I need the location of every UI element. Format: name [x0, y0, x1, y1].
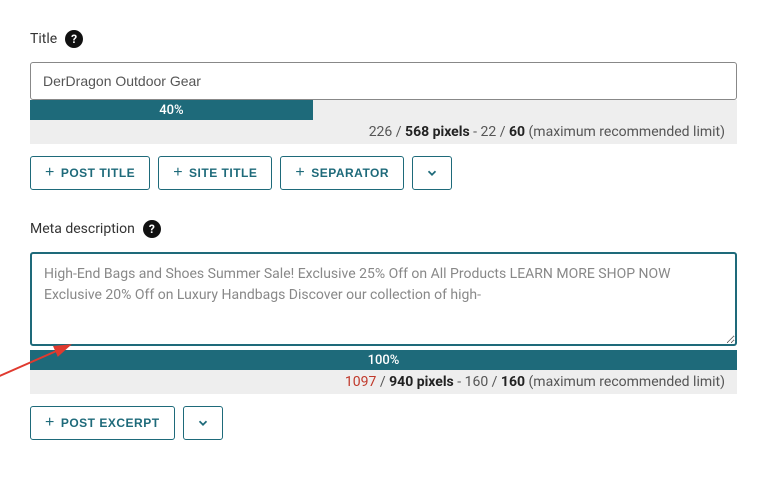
title-chars-max: 60: [509, 124, 525, 140]
meta-counter: 1097 / 940 pixels - 160 / 160 (maximum r…: [30, 370, 737, 394]
meta-limit-note: (maximum recommended limit): [529, 374, 725, 390]
plus-icon: +: [295, 165, 305, 181]
meta-progress-fill: 100%: [30, 350, 737, 370]
plus-icon: +: [45, 415, 55, 431]
title-counter: 226 / 568 pixels - 22 / 60 (maximum reco…: [30, 120, 737, 144]
help-icon[interactable]: ?: [65, 30, 83, 48]
help-icon[interactable]: ?: [143, 220, 161, 238]
meta-description-input[interactable]: [30, 252, 737, 346]
separator-label: SEPARATOR: [311, 166, 389, 180]
title-input[interactable]: [30, 62, 737, 100]
plus-icon: +: [45, 165, 55, 181]
meta-label: Meta description: [30, 221, 135, 237]
title-button-row: + POST TITLE + SITE TITLE + SEPARATOR: [30, 156, 737, 190]
title-chars-current: 22: [480, 124, 496, 140]
meta-button-row: + POST EXCERPT: [30, 406, 737, 440]
post-title-label: POST TITLE: [61, 166, 135, 180]
post-excerpt-label: POST EXCERPT: [61, 416, 160, 430]
meta-pixels-current: 1097: [345, 374, 376, 390]
title-more-button[interactable]: [412, 156, 452, 190]
chevron-down-icon: [425, 166, 439, 180]
meta-more-button[interactable]: [183, 406, 223, 440]
chevron-down-icon: [196, 416, 210, 430]
meta-label-row: Meta description ?: [30, 220, 737, 238]
meta-pixels-max: 940 pixels: [389, 374, 454, 390]
meta-chars-max: 160: [501, 374, 525, 390]
title-label: Title: [30, 31, 57, 47]
separator-button[interactable]: + SEPARATOR: [280, 156, 404, 190]
title-pixels-max: 568 pixels: [405, 124, 470, 140]
plus-icon: +: [173, 165, 183, 181]
meta-field-group: Meta description ? 100% 1097 / 940 pixel…: [30, 220, 737, 440]
meta-progress-bar: 100%: [30, 350, 737, 370]
meta-progress-pct: 100%: [368, 353, 400, 368]
site-title-button[interactable]: + SITE TITLE: [158, 156, 272, 190]
title-progress-pct: 40%: [159, 103, 183, 118]
post-title-button[interactable]: + POST TITLE: [30, 156, 150, 190]
title-limit-note: (maximum recommended limit): [529, 124, 725, 140]
title-pixels-current: 226: [369, 124, 393, 140]
post-excerpt-button[interactable]: + POST EXCERPT: [30, 406, 175, 440]
title-label-row: Title ?: [30, 30, 737, 48]
site-title-label: SITE TITLE: [189, 166, 257, 180]
title-progress-bar: 40%: [30, 100, 737, 120]
title-field-group: Title ? 40% 226 / 568 pixels - 22 / 60 (…: [30, 30, 737, 190]
title-progress-fill: 40%: [30, 100, 313, 120]
meta-chars-current: 160: [465, 374, 489, 390]
